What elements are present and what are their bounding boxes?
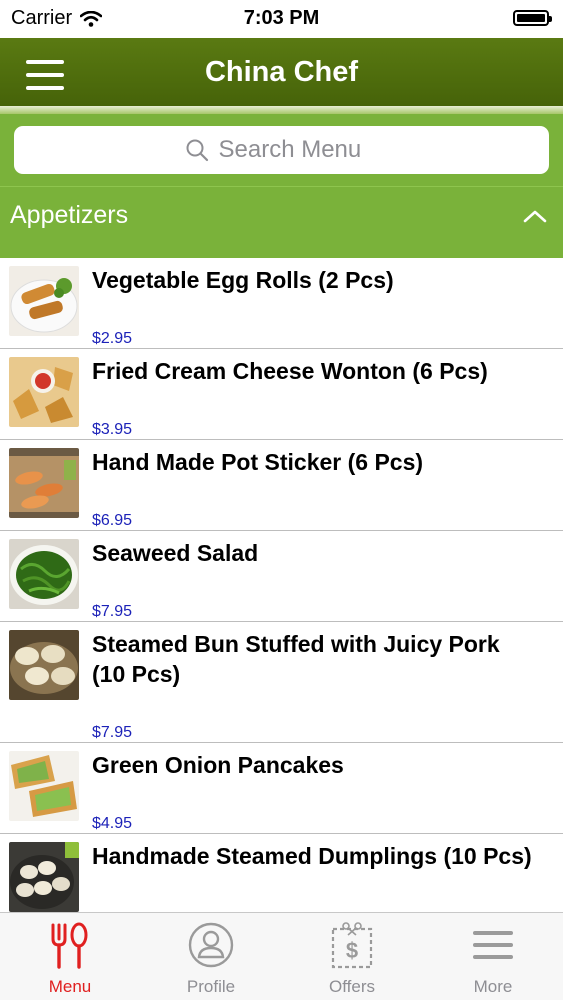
search-icon (186, 139, 208, 162)
category-title: Appetizers (10, 201, 129, 229)
menu-item[interactable]: Seaweed Salad $7.95 (0, 531, 563, 622)
menu-item-list[interactable]: Vegetable Egg Rolls (2 Pcs) $2.95 Fried … (0, 258, 563, 912)
item-photo (9, 842, 79, 912)
coupon-icon: $ (331, 922, 373, 969)
item-price: $4.95 (92, 815, 133, 832)
more-menu-icon (473, 931, 513, 959)
item-photo (9, 266, 79, 336)
chevron-up-icon[interactable] (523, 209, 547, 223)
menu-item[interactable]: Hand Made Pot Sticker (6 Pcs) $6.95 (0, 440, 563, 531)
nav-bar: China Chef (0, 38, 563, 106)
item-name: Seaweed Salad (92, 540, 259, 566)
status-time: 7:03 PM (243, 7, 320, 29)
item-price: $7.95 (92, 603, 133, 620)
item-photo (9, 539, 79, 609)
tab-bar: Menu Profile $ Offers More (0, 912, 563, 1000)
item-name: Steamed Bun Stuffed with Juicy Pork (10 … (92, 631, 500, 687)
search-field[interactable] (14, 126, 549, 174)
menu-item[interactable]: Fried Cream Cheese Wonton (6 Pcs) $3.95 (0, 349, 563, 440)
nav-divider (0, 106, 563, 114)
svg-text:$: $ (346, 938, 358, 963)
item-name: Green Onion Pancakes (92, 752, 344, 778)
item-price: $3.95 (92, 421, 133, 438)
tab-offers[interactable]: $ Offers (282, 913, 422, 1001)
item-name: Hand Made Pot Sticker (6 Pcs) (92, 449, 424, 475)
status-bar: Carrier 7:03 PM (0, 0, 563, 38)
item-price: $2.95 (92, 330, 133, 347)
item-name: Vegetable Egg Rolls (2 Pcs) (92, 267, 394, 293)
fork-spoon-icon (51, 922, 88, 969)
menu-item[interactable]: Handmade Steamed Dumplings (10 Pcs) (0, 834, 563, 912)
tab-label: Menu (48, 977, 92, 996)
tab-menu[interactable]: Menu (0, 913, 140, 1001)
tab-profile[interactable]: Profile (141, 913, 281, 1001)
item-price: $7.95 (92, 724, 133, 741)
page-title: China Chef (204, 56, 359, 88)
item-photo (9, 357, 79, 427)
search-bar-area (0, 114, 563, 186)
tab-label: Offers (329, 977, 375, 996)
item-name: Fried Cream Cheese Wonton (6 Pcs) (92, 358, 488, 384)
item-name: Handmade Steamed Dumplings (10 Pcs) (92, 843, 532, 869)
tab-label: Profile (186, 977, 236, 996)
tab-label: More (473, 977, 513, 996)
item-price: $6.95 (92, 512, 133, 529)
menu-item[interactable]: Vegetable Egg Rolls (2 Pcs) $2.95 (0, 258, 563, 349)
search-input[interactable] (218, 136, 379, 164)
item-photo (9, 751, 79, 821)
tab-more[interactable]: More (423, 913, 563, 1001)
item-photo (9, 630, 79, 700)
menu-item[interactable]: Steamed Bun Stuffed with Juicy Pork (10 … (0, 622, 563, 743)
category-header-appetizers[interactable]: Appetizers (0, 186, 563, 258)
item-photo (9, 448, 79, 518)
menu-item[interactable]: Green Onion Pancakes $4.95 (0, 743, 563, 834)
profile-icon (188, 922, 234, 968)
battery-icon (513, 10, 552, 26)
